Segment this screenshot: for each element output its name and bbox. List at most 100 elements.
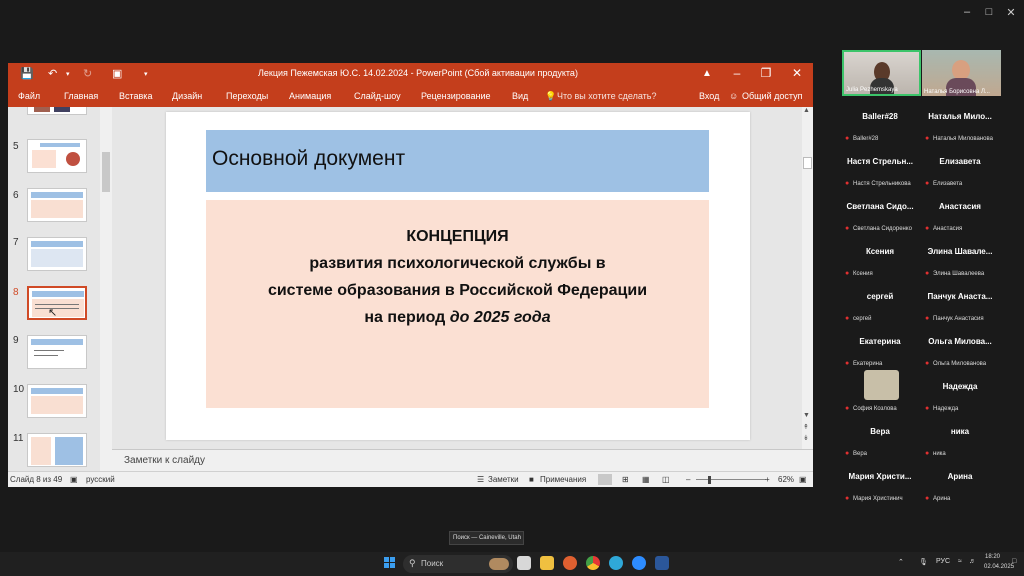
participant-name: Ксения	[865, 247, 895, 256]
ppt-restore-button[interactable]: ❐	[755, 66, 777, 80]
taskbar-search[interactable]: ⚲ Поиск	[403, 555, 513, 573]
participant-tile[interactable]: ника ● ника	[920, 419, 1000, 464]
clock-date[interactable]: 02.04.2025	[984, 564, 1014, 570]
slide-thumb-6[interactable]	[27, 188, 87, 222]
participant-tile[interactable]: Вера ● Вера	[840, 419, 920, 464]
slide-thumbnails-pane: 5 6 7 8 ↖ 9 10 11	[8, 107, 106, 471]
participant-tile[interactable]: Наталья Мило... ● Наталья Милованова	[920, 104, 1000, 149]
reading-view-icon[interactable]: ▦	[642, 475, 650, 484]
tab-home[interactable]: Главная	[64, 91, 98, 101]
participant-tile[interactable]: Арина ● Арина	[920, 464, 1000, 509]
notes-pane[interactable]: Заметки к слайду	[112, 449, 813, 471]
clock-time[interactable]: 18:20	[985, 554, 1000, 560]
participant-tile[interactable]: Настя Стрельн... ● Настя Стрельникова	[840, 149, 920, 194]
video-tile[interactable]: Наталья Борисовна Л...	[922, 50, 1001, 96]
scroll-down-icon[interactable]: ▼	[803, 412, 810, 419]
thumbnails-scrollbar[interactable]	[100, 107, 112, 471]
undo-dropdown-icon[interactable]: ▾	[66, 70, 70, 78]
edge-icon[interactable]	[609, 556, 623, 570]
tab-transitions[interactable]: Переходы	[226, 91, 268, 101]
ribbon-display-icon[interactable]: ▲	[696, 68, 718, 79]
ppt-close-button[interactable]: ✕	[786, 66, 808, 80]
language-indicator[interactable]: русский	[86, 475, 115, 484]
tab-design[interactable]: Дизайн	[172, 91, 202, 101]
participant-tile[interactable]: Ольга Милова... ● Ольга Милованова	[920, 329, 1000, 374]
chrome-icon[interactable]	[586, 556, 600, 570]
powerpoint-window: 💾 ↶ ▾ ↻ ▣ ▾ Лекция Пежемская Ю.С. 14.02.…	[8, 63, 813, 487]
participant-tile[interactable]: сергей ● сергей	[840, 284, 920, 329]
participant-tile[interactable]: Baller#28 ● Baller#28	[840, 104, 920, 149]
next-slide-icon[interactable]: ↡	[803, 434, 809, 442]
slide-number: 7	[13, 237, 19, 248]
firefox-icon[interactable]	[563, 556, 577, 570]
previous-slide-icon[interactable]: ↟	[803, 423, 809, 431]
maximize-button[interactable]: □	[980, 6, 998, 18]
participant-tile[interactable]: Анастасия ● Анастасия	[920, 194, 1000, 239]
participant-tile[interactable]: Екатерина ● Екатерина	[840, 329, 920, 374]
slide-sorter-icon[interactable]: ⊞	[622, 475, 629, 484]
zoom-icon[interactable]	[632, 556, 646, 570]
minimize-button[interactable]: –	[958, 6, 976, 18]
tab-view[interactable]: Вид	[512, 91, 528, 101]
zoom-in-icon[interactable]: +	[765, 475, 770, 484]
slide-thumb-5[interactable]	[27, 139, 87, 173]
participant-tile[interactable]: ● София Козлова	[840, 370, 920, 419]
slide-thumb-11[interactable]	[27, 433, 87, 467]
participant-tile[interactable]: Светлана Сидо... ● Светлана Сидоренко	[840, 194, 920, 239]
wifi-icon[interactable]: ≈	[958, 558, 962, 565]
signin-link[interactable]: Вход	[699, 91, 719, 101]
slideshow-icon[interactable]: ◫	[662, 475, 670, 484]
zoom-slider[interactable]	[696, 479, 766, 480]
video-tile-active[interactable]: Julia Pezhemskaya	[842, 50, 921, 96]
task-view-icon[interactable]	[517, 556, 531, 570]
tab-slideshow[interactable]: Слайд-шоу	[354, 91, 401, 101]
zoom-slider-thumb[interactable]	[708, 476, 711, 484]
microphone-icon[interactable]: 🎙	[919, 558, 928, 566]
customize-toolbar-icon[interactable]: ▾	[144, 70, 148, 78]
spellcheck-icon[interactable]: ▣	[70, 475, 78, 484]
share-button[interactable]: Общий доступ	[742, 91, 802, 101]
participant-tile[interactable]: Надежда ● Надежда	[920, 374, 1000, 419]
comments-button[interactable]: Примечания	[540, 475, 586, 484]
ppt-minimize-button[interactable]: –	[726, 66, 748, 80]
slide-thumb-10[interactable]	[27, 384, 87, 418]
undo-icon[interactable]: ↶	[48, 67, 57, 80]
tab-review[interactable]: Рецензирование	[421, 91, 491, 101]
slide-thumb-9[interactable]	[27, 335, 87, 369]
redo-icon[interactable]: ↻	[83, 67, 92, 80]
editor-scrollbar[interactable]: ▲ ▼ ↟ ↡	[802, 107, 813, 449]
participant-tile[interactable]: Мария Христи... ● Мария Христинич	[840, 464, 920, 509]
volume-icon[interactable]: ♬	[969, 558, 976, 565]
comments-icon: ■	[529, 475, 534, 484]
tab-insert[interactable]: Вставка	[119, 91, 152, 101]
normal-view-icon[interactable]	[598, 474, 612, 485]
close-button[interactable]: ✕	[1002, 6, 1020, 19]
notes-button[interactable]: Заметки	[488, 475, 519, 484]
fit-slide-icon[interactable]: ▣	[799, 475, 807, 484]
slide-thumb-4[interactable]	[27, 107, 87, 115]
participant-tile[interactable]: Ксения ● Ксения	[840, 239, 920, 284]
file-explorer-icon[interactable]	[540, 556, 554, 570]
windows-start-icon[interactable]	[384, 557, 396, 569]
slide-body-box[interactable]: КОНЦЕПЦИЯ развития психологической служб…	[206, 200, 709, 408]
participant-name: Ольга Милова...	[928, 337, 992, 346]
scroll-up-icon[interactable]: ▲	[803, 107, 810, 114]
participant-tile[interactable]: Панчук Анаста... ● Панчук Анастасия	[920, 284, 1000, 329]
tab-animation[interactable]: Анимация	[289, 91, 331, 101]
slide-canvas[interactable]: Основной документ КОНЦЕПЦИЯ развития пси…	[166, 112, 750, 440]
word-icon[interactable]	[655, 556, 669, 570]
input-language[interactable]: РУС	[936, 558, 950, 565]
tell-me-box[interactable]: Что вы хотите сделать?	[557, 91, 657, 101]
participant-tile[interactable]: Елизавета ● Елизавета	[920, 149, 1000, 194]
tray-chevron-icon[interactable]: ⌃	[898, 558, 904, 566]
slideshow-start-icon[interactable]: ▣	[112, 67, 122, 80]
slide-title-box[interactable]: Основной документ	[206, 130, 709, 192]
zoom-level[interactable]: 62%	[778, 475, 794, 484]
mic-muted-icon: ●	[925, 495, 930, 502]
participant-tile[interactable]: Элина Шавале... ● Элина Шавалеева	[920, 239, 1000, 284]
notifications-icon[interactable]: □	[1012, 558, 1016, 565]
save-icon[interactable]: 💾	[20, 67, 34, 80]
tab-file[interactable]: Файл	[18, 91, 40, 101]
zoom-out-icon[interactable]: –	[686, 475, 690, 484]
slide-thumb-7[interactable]	[27, 237, 87, 271]
